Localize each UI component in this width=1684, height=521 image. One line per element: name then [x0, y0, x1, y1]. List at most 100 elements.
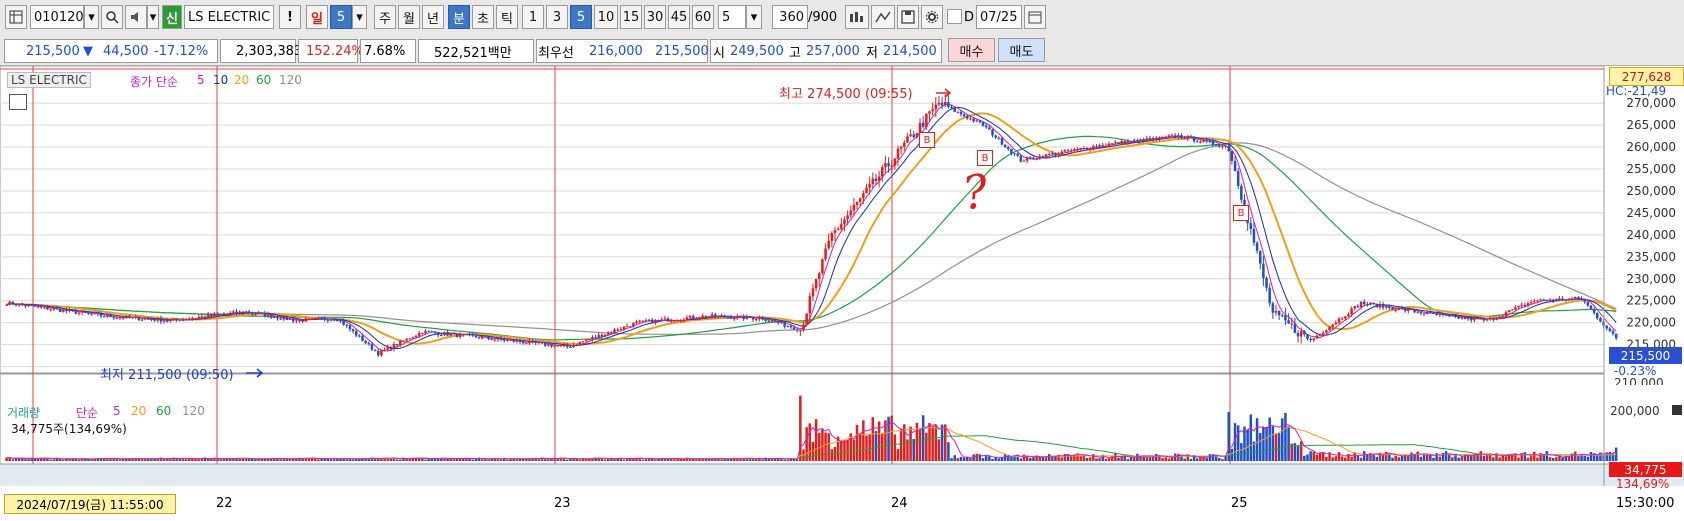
candle — [1255, 242, 1259, 251]
candle — [1044, 154, 1048, 158]
date-checkbox[interactable] — [947, 9, 962, 24]
volume-bar — [1183, 458, 1186, 461]
candle — [1003, 144, 1007, 148]
x-axis-band — [0, 464, 1684, 486]
volume-bar — [279, 459, 282, 461]
candle — [392, 344, 396, 350]
period-week-tab[interactable]: 주 — [374, 5, 396, 29]
interval-input[interactable]: 5 — [718, 5, 746, 29]
candle — [1076, 148, 1079, 150]
indicator-icon[interactable] — [845, 5, 869, 29]
buy-button[interactable]: 매수 — [948, 38, 995, 62]
pane-collapse-icon[interactable] — [1672, 405, 1682, 415]
candle — [27, 304, 30, 307]
candle — [1561, 298, 1564, 301]
candle — [443, 332, 446, 336]
candle — [1073, 149, 1076, 151]
candle — [1180, 135, 1183, 139]
candle — [263, 312, 267, 317]
volume-bar — [547, 459, 550, 461]
candle — [216, 313, 219, 315]
volume-bar — [950, 458, 953, 461]
period-second-tab[interactable]: 초 — [472, 5, 494, 29]
candle — [320, 317, 323, 319]
candle — [1167, 135, 1171, 137]
minute-15-button[interactable]: 15 — [620, 5, 642, 29]
volume-bar — [918, 429, 922, 461]
date-input[interactable]: 07/25 — [976, 5, 1022, 29]
minute-1-button[interactable]: 1 — [522, 5, 544, 29]
period-tick-tab[interactable]: 틱 — [496, 5, 518, 29]
calendar-icon[interactable] — [1024, 5, 1046, 29]
speaker-icon[interactable] — [125, 5, 147, 29]
period-minute-tab[interactable]: 분 — [448, 5, 470, 29]
candle — [628, 326, 632, 328]
candle — [773, 320, 777, 322]
stock-code-input[interactable]: 010120 — [30, 5, 84, 29]
candle — [14, 304, 18, 306]
volume-bar — [1482, 455, 1486, 461]
volume-bar — [1092, 454, 1095, 461]
candle — [742, 315, 745, 319]
period-day-tab[interactable]: 일 — [306, 5, 328, 29]
volume-bar — [1337, 452, 1341, 461]
candle — [389, 347, 393, 350]
stock-name-field[interactable]: LS ELECTRIC — [184, 5, 274, 29]
volume-bar — [1060, 457, 1064, 461]
table-toggle-icon[interactable] — [9, 94, 27, 110]
draw-tool-icon[interactable] — [871, 5, 895, 29]
candle — [606, 332, 610, 335]
minute-45-button[interactable]: 45 — [668, 5, 690, 29]
candle — [1473, 317, 1476, 321]
candle — [843, 219, 846, 225]
period-day-count[interactable]: 5 — [330, 5, 352, 29]
candle — [610, 332, 613, 334]
volume-bar — [1236, 425, 1240, 461]
candle — [1583, 299, 1586, 302]
count-total: /900 — [808, 10, 838, 25]
candle — [1161, 136, 1164, 138]
volume-current-text: 34,775주(134,69%) — [11, 422, 127, 436]
alert-button[interactable]: ! — [279, 5, 301, 29]
volume-bar — [858, 434, 862, 461]
layout-icon[interactable] — [5, 5, 27, 29]
speaker-dropdown-icon[interactable]: ▾ — [147, 5, 159, 29]
candle — [1564, 300, 1568, 302]
volume-bar — [1533, 451, 1536, 461]
candle — [487, 336, 490, 339]
search-icon[interactable] — [101, 5, 123, 29]
code-dropdown-icon[interactable]: ▾ — [84, 5, 99, 29]
period-month-tab[interactable]: 월 — [398, 5, 420, 29]
minute-30-button[interactable]: 30 — [644, 5, 666, 29]
minute-10-button[interactable]: 10 — [594, 5, 618, 29]
volume-bar — [1309, 451, 1312, 461]
count-input[interactable]: 360 — [772, 5, 808, 29]
volume-bar — [496, 459, 500, 461]
candle — [830, 233, 834, 241]
period-dropdown-icon[interactable]: ▾ — [352, 5, 367, 29]
volume-bar — [1104, 458, 1108, 461]
candle — [427, 330, 430, 332]
sell-button[interactable]: 매도 — [998, 38, 1045, 62]
candle — [225, 313, 229, 315]
candle — [789, 325, 793, 328]
candle — [1186, 136, 1190, 139]
stock-chart[interactable]: 215,000220,000225,000230,000235,000240,0… — [0, 66, 1684, 521]
minute-60-button[interactable]: 60 — [692, 5, 714, 29]
candle — [1573, 297, 1577, 299]
candle — [736, 316, 739, 319]
candle — [663, 318, 667, 320]
candle — [446, 332, 449, 336]
candle — [909, 134, 912, 137]
candle — [128, 315, 131, 318]
volume-bar — [695, 459, 698, 461]
period-year-tab[interactable]: 년 — [422, 5, 444, 29]
interval-dropdown-icon[interactable]: ▾ — [746, 5, 762, 29]
minute-3-button[interactable]: 3 — [546, 5, 568, 29]
minute-5-button[interactable]: 5 — [570, 5, 592, 29]
save-icon[interactable] — [897, 5, 919, 29]
volume-bar — [1145, 457, 1149, 461]
gear-icon[interactable] — [921, 5, 943, 29]
candle — [862, 193, 865, 199]
candle — [24, 304, 27, 307]
